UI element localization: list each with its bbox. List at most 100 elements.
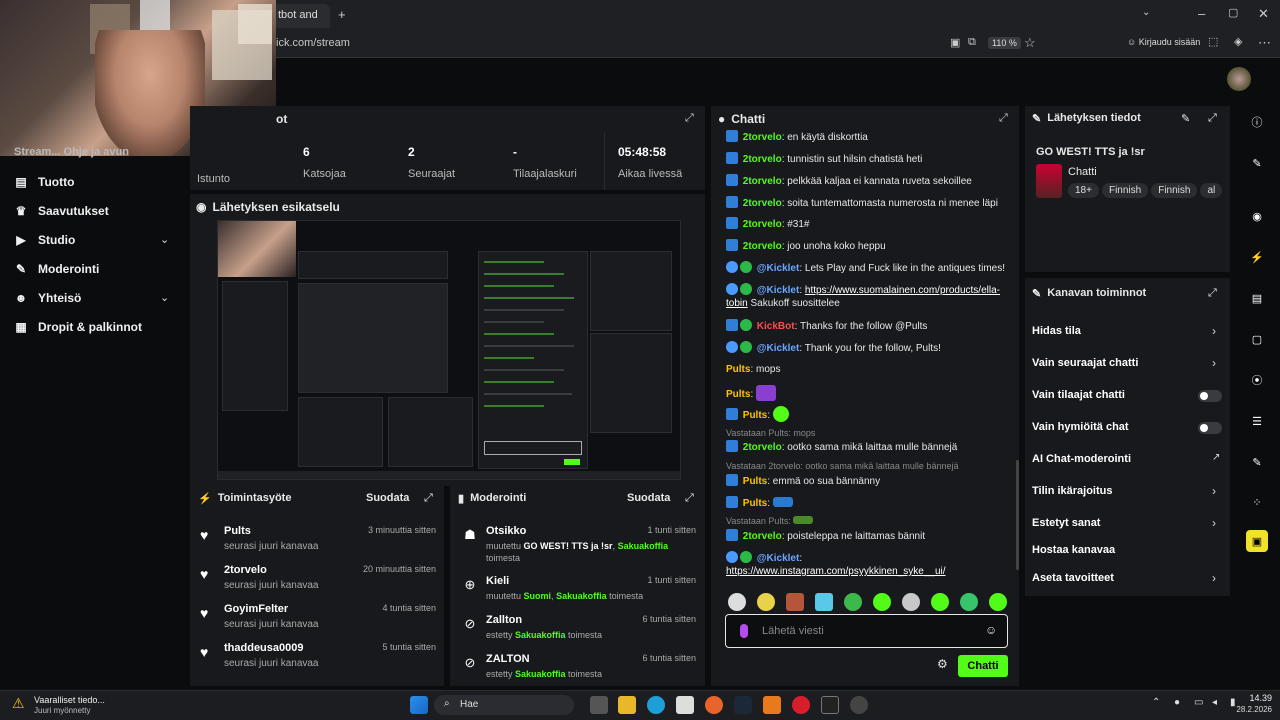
expand-icon[interactable]: ⤢ (999, 112, 1008, 125)
chevron-right-icon[interactable]: › (1212, 324, 1216, 338)
expand-icon[interactable]: ⤢ (1208, 287, 1217, 300)
emote-icon[interactable] (786, 593, 804, 611)
emote-icon[interactable] (902, 593, 920, 611)
login-button[interactable]: ☺ Kirjaudu sisään (1127, 37, 1200, 47)
wrench-icon[interactable]: ✎ (1246, 451, 1268, 473)
emoji-icon[interactable]: ☺ (985, 623, 997, 637)
expand-icon[interactable]: ⤢ (424, 492, 433, 505)
expand-icon[interactable]: ⤢ (685, 492, 694, 505)
emote-icon[interactable] (844, 593, 862, 611)
stream-preview[interactable] (217, 220, 681, 480)
camera-icon[interactable]: ◉ (1246, 205, 1268, 227)
extensions-icon[interactable]: ⬚ (1208, 35, 1218, 48)
notification-title[interactable]: Vaaralliset tiedo... (34, 695, 105, 705)
clock-time[interactable]: 14.39 (1238, 693, 1272, 703)
emote-icon[interactable] (931, 593, 949, 611)
emote-icon[interactable] (960, 593, 978, 611)
obs-icon[interactable] (850, 696, 868, 714)
store-icon[interactable] (676, 696, 694, 714)
list-item[interactable]: ♥ Pults seurasi juuri kanavaa 3 minuutti… (200, 525, 440, 559)
screenshot-icon[interactable]: ⧉ (968, 36, 976, 49)
chevron-down-icon[interactable]: ⌄ (1142, 7, 1150, 18)
shield-icon[interactable]: ◈ (1234, 35, 1242, 48)
chevron-right-icon[interactable]: › (1212, 516, 1216, 530)
list-item[interactable]: ⊘ ZALTON 6 tuntia sitten estetty Sakuako… (460, 653, 700, 693)
minimize-icon[interactable]: – (1198, 6, 1205, 21)
edge-icon[interactable] (647, 696, 665, 714)
chevron-down-icon[interactable]: ⌄ (160, 291, 169, 304)
sidebar-item-help[interactable]: Stream... Ohje ja avun (14, 146, 129, 158)
emote-icon[interactable] (815, 593, 833, 611)
edit-icon[interactable]: ✎ (1181, 112, 1190, 125)
sidebar-item-community[interactable]: ☻ Yhteisö (14, 289, 82, 307)
set-goals-item[interactable]: Aseta tavoitteet (1032, 572, 1114, 584)
menu-icon[interactable]: ⋯ (1258, 35, 1271, 51)
apps-icon[interactable]: ⁘ (1246, 491, 1268, 513)
chat-input[interactable]: Lähetä viesti ☺ (725, 614, 1008, 648)
chevron-down-icon[interactable]: ⌄ (160, 233, 169, 246)
chat-scrollbar[interactable] (1016, 460, 1019, 570)
sidebar-item-moderation[interactable]: ✎ Moderointi (14, 260, 99, 278)
clapperboard-icon[interactable]: ▣ (1246, 530, 1268, 552)
steam-icon[interactable] (734, 696, 752, 714)
taskbar-search[interactable]: ⌕ Hae (434, 695, 574, 715)
emote-icon[interactable] (989, 593, 1007, 611)
document-icon[interactable]: ▤ (1246, 287, 1268, 309)
blocked-words-item[interactable]: Estetyt sanat (1032, 517, 1100, 529)
list-icon[interactable]: ☰ (1246, 410, 1268, 432)
windows-start-icon[interactable] (410, 696, 428, 714)
emote-only-toggle[interactable] (1198, 422, 1222, 434)
file-explorer-icon[interactable] (618, 696, 636, 714)
maximize-icon[interactable]: ▢ (1228, 6, 1238, 19)
list-item[interactable]: ☗ Otsikko 1 tunti sitten muutettu GO WES… (460, 525, 700, 565)
send-chat-button[interactable]: Chatti (958, 655, 1008, 677)
clock-date[interactable]: 28.2.2026 (1226, 705, 1272, 714)
age-restriction-item[interactable]: Tilin ikärajoitus (1032, 485, 1113, 497)
chat-bubble-icon[interactable]: ▢ (1246, 328, 1268, 350)
list-item[interactable]: ♥ 2torvelo seurasi juuri kanavaa 20 minu… (200, 564, 440, 598)
chevron-up-icon[interactable]: ⌃ (1152, 697, 1160, 708)
sidebar-item-drops[interactable]: ▦ Dropit & palkinnot (14, 318, 142, 336)
external-link-icon[interactable]: ↗ (1212, 452, 1220, 463)
url-field[interactable]: ick.com/stream (276, 37, 350, 49)
terminal-icon[interactable] (821, 696, 839, 714)
browser-tab[interactable]: tbot and (270, 4, 330, 28)
emote-icon[interactable] (757, 593, 775, 611)
list-item[interactable]: ⊕ Kieli 1 tunti sitten muutettu Suomi, S… (460, 575, 700, 615)
task-view-icon[interactable] (590, 696, 608, 714)
emote-icon[interactable] (873, 593, 891, 611)
chevron-right-icon[interactable]: › (1212, 571, 1216, 585)
opera-icon[interactable] (792, 696, 810, 714)
list-item[interactable]: ♥ GoyimFelter seurasi juuri kanavaa 4 tu… (200, 603, 440, 637)
edit-icon[interactable]: ✎ (1246, 152, 1268, 174)
zoom-level[interactable]: 110 % (988, 37, 1021, 49)
chat-link[interactable]: https://www.instagram.com/psyykkinen_syk… (726, 566, 946, 577)
volume-icon[interactable]: ◂ (1212, 697, 1217, 708)
slow-mode-item[interactable]: Hidas tila (1032, 325, 1081, 337)
expand-icon[interactable]: ⤢ (685, 112, 694, 125)
microphone-icon[interactable] (740, 624, 748, 638)
info-icon[interactable]: ⓘ (1246, 111, 1268, 133)
sidebar-item-revenue[interactable]: ▤ Tuotto (14, 173, 74, 191)
subscribers-only-toggle[interactable] (1198, 390, 1222, 402)
chevron-right-icon[interactable]: › (1212, 356, 1216, 370)
chevron-right-icon[interactable]: › (1212, 484, 1216, 498)
network-icon[interactable]: ▭ (1194, 697, 1203, 708)
ai-moderation-item[interactable]: AI Chat-moderointi (1032, 453, 1131, 465)
host-channel-item[interactable]: Hostaa kanavaa (1032, 544, 1115, 556)
close-icon[interactable]: ✕ (1258, 6, 1269, 22)
avatar[interactable] (1227, 67, 1251, 91)
activity-filter-button[interactable]: Suodata (366, 492, 409, 504)
sidebar-item-studio[interactable]: ▶ Studio (14, 231, 75, 249)
favorite-star-icon[interactable]: ☆ (1024, 35, 1036, 51)
list-item[interactable]: ⊘ Zallton 6 tuntia sitten estetty Sakuak… (460, 614, 700, 654)
followers-only-item[interactable]: Vain seuraajat chatti (1032, 357, 1138, 369)
microphone-icon[interactable]: ● (1174, 697, 1180, 708)
picture-in-picture-icon[interactable]: ▣ (950, 36, 960, 49)
emote-icon[interactable] (728, 593, 746, 611)
gear-icon[interactable]: ⚙ (937, 657, 948, 671)
bolt-icon[interactable]: ⚡ (1246, 246, 1268, 268)
new-tab-icon[interactable]: + (338, 7, 346, 22)
vlc-icon[interactable] (763, 696, 781, 714)
list-item[interactable]: ♥ thaddeusa0009 seurasi juuri kanavaa 5 … (200, 642, 440, 676)
